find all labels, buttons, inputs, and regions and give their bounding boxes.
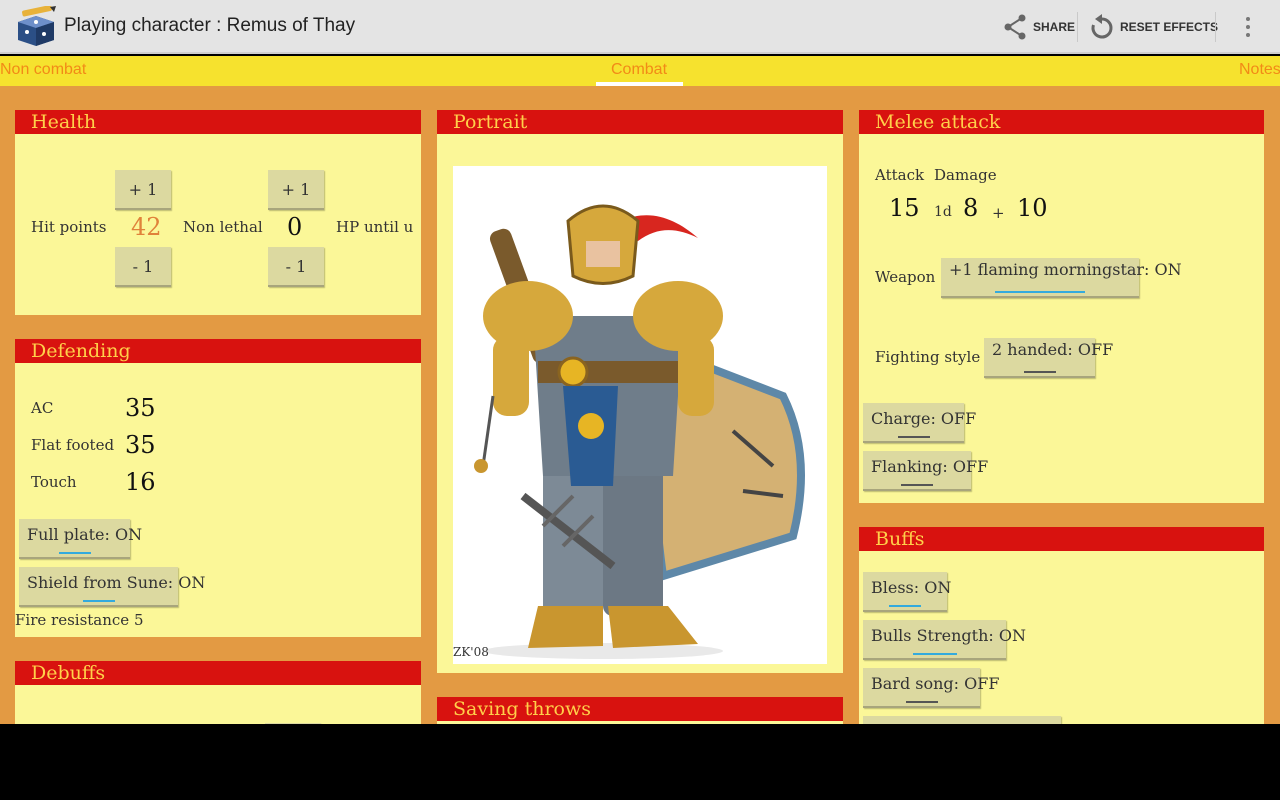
overflow-menu-icon[interactable] bbox=[1238, 12, 1258, 42]
fighting-style-toggle[interactable]: 2 handed: OFF bbox=[984, 338, 1113, 378]
hit-points-label: Hit points bbox=[31, 218, 107, 236]
portrait-card: Portrait ZK'08 bbox=[437, 110, 843, 673]
attack-value: 15 bbox=[889, 194, 920, 222]
dice-sides: 8 bbox=[963, 194, 979, 222]
fire-resistance-note: Fire resistance 5 bbox=[15, 611, 144, 629]
tab-bar: Non combat Combat Notes bbox=[0, 56, 1280, 86]
damage-bonus: 10 bbox=[1017, 194, 1048, 222]
weapon-value: +1 flaming morningstar: ON bbox=[949, 260, 1182, 279]
non-lethal-value: 0 bbox=[287, 213, 303, 241]
combat-panel: Health Hit points + 1 42 - 1 Non lethal … bbox=[0, 86, 1280, 724]
share-icon bbox=[1004, 14, 1026, 40]
attack-label: Attack bbox=[875, 166, 925, 184]
hp-plus-button[interactable]: + 1 bbox=[115, 170, 171, 210]
debuffs-card: Debuffs bbox=[15, 661, 421, 724]
full-plate-toggle[interactable]: Full plate: ON bbox=[19, 519, 142, 559]
charge-label: Charge: OFF bbox=[871, 409, 977, 428]
dice-and-pencil-icon[interactable] bbox=[14, 6, 58, 46]
debuffs-title: Debuffs bbox=[15, 661, 421, 685]
saving-throws-title: Saving throws bbox=[437, 697, 843, 721]
melee-attack-card: Melee attack Attack Damage 15 1d 8 + 10 … bbox=[859, 110, 1264, 503]
system-bar-area bbox=[0, 724, 1280, 800]
ac-label: AC bbox=[31, 399, 54, 417]
hit-points-value: 42 bbox=[131, 213, 162, 241]
bulls-strength-toggle[interactable]: Bulls Strength: ON bbox=[863, 620, 1026, 660]
tab-non-combat[interactable]: Non combat bbox=[0, 61, 86, 79]
tab-combat[interactable]: Combat bbox=[611, 61, 667, 79]
nonlethal-plus-button[interactable]: + 1 bbox=[268, 170, 324, 210]
buff-toggle[interactable] bbox=[863, 716, 1061, 724]
ac-value: 35 bbox=[125, 394, 156, 422]
share-button[interactable]: SHARE bbox=[1003, 12, 1075, 42]
divider bbox=[1215, 12, 1216, 42]
weapon-label: Weapon bbox=[875, 268, 936, 286]
bard-song-toggle[interactable]: Bard song: OFF bbox=[863, 668, 999, 708]
defending-title: Defending bbox=[15, 339, 421, 363]
saving-throws-card: Saving throws bbox=[437, 697, 843, 724]
fighting-style-label: Fighting style bbox=[875, 348, 981, 366]
reset-label: RESET EFFECTS bbox=[1120, 20, 1219, 34]
bard-song-label: Bard song: OFF bbox=[871, 674, 1000, 693]
hp-until-label: HP until u bbox=[336, 218, 414, 236]
flat-footed-label: Flat footed bbox=[31, 436, 115, 454]
buffs-card: Buffs Bless: ON Bulls Strength: ON Bard … bbox=[859, 527, 1264, 724]
tab-notes[interactable]: Notes bbox=[1239, 61, 1280, 79]
reset-icon bbox=[1091, 14, 1113, 39]
touch-label: Touch bbox=[31, 473, 77, 491]
plus-sign: + bbox=[992, 204, 1005, 222]
non-lethal-label: Non lethal bbox=[183, 218, 263, 236]
damage-label: Damage bbox=[934, 166, 997, 184]
nonlethal-minus-button[interactable]: - 1 bbox=[268, 247, 324, 287]
bless-label: Bless: ON bbox=[871, 578, 952, 597]
weapon-toggle[interactable]: +1 flaming morningstar: ON bbox=[941, 258, 1182, 298]
dice-count: 1d bbox=[934, 204, 952, 220]
flat-footed-value: 35 bbox=[125, 431, 156, 459]
character-portrait-image[interactable]: ZK'08 bbox=[453, 166, 827, 664]
touch-value: 16 bbox=[125, 468, 156, 496]
shield-from-sune-label: Shield from Sune: ON bbox=[27, 573, 206, 592]
portrait-title: Portrait bbox=[437, 110, 843, 134]
charge-toggle[interactable]: Charge: OFF bbox=[863, 403, 976, 443]
bless-toggle[interactable]: Bless: ON bbox=[863, 572, 951, 612]
divider bbox=[1077, 12, 1078, 42]
share-label: SHARE bbox=[1033, 20, 1076, 34]
artist-signature: ZK'08 bbox=[453, 645, 489, 659]
defending-card: Defending AC 35 Flat footed 35 Touch 16 … bbox=[15, 339, 421, 637]
shield-from-sune-toggle[interactable]: Shield from Sune: ON bbox=[19, 567, 205, 607]
flanking-label: Flanking: OFF bbox=[871, 457, 989, 476]
health-card: Health Hit points + 1 42 - 1 Non lethal … bbox=[15, 110, 421, 315]
hp-minus-button[interactable]: - 1 bbox=[115, 247, 171, 287]
action-bar: Playing character : Remus of Thay SHARE … bbox=[0, 0, 1280, 54]
health-title: Health bbox=[15, 110, 421, 134]
full-plate-label: Full plate: ON bbox=[27, 525, 143, 544]
reset-effects-button[interactable]: RESET EFFECTS bbox=[1090, 12, 1218, 42]
buffs-title: Buffs bbox=[859, 527, 1264, 551]
bulls-strength-label: Bulls Strength: ON bbox=[871, 626, 1026, 645]
melee-title: Melee attack bbox=[859, 110, 1264, 134]
app-title: Playing character : Remus of Thay bbox=[64, 15, 356, 36]
flanking-toggle[interactable]: Flanking: OFF bbox=[863, 451, 988, 491]
fighting-style-value: 2 handed: OFF bbox=[992, 340, 1114, 359]
